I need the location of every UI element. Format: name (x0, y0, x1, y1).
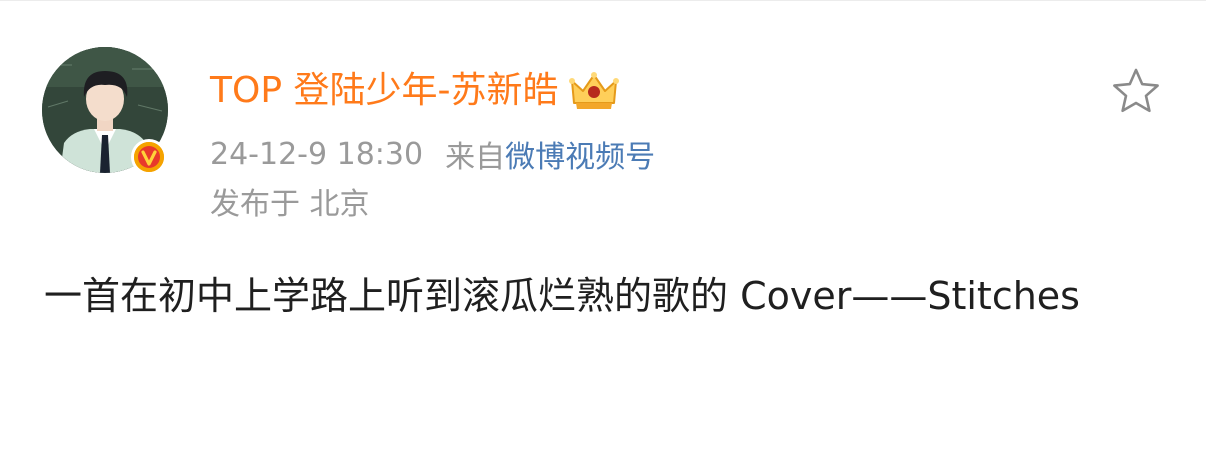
star-outline-icon[interactable] (1110, 66, 1162, 116)
post-content: 一首在初中上学路上听到滚瓜烂熟的歌的 Cover——Stitches (44, 274, 1080, 318)
crown-icon[interactable] (568, 69, 620, 113)
author-name[interactable]: TOP 登陆少年-苏新皓 (210, 66, 558, 116)
post-meta: 24-12-9 18:30 来自 微博视频号 (210, 132, 655, 176)
avatar[interactable] (42, 47, 174, 179)
post-timestamp: 24-12-9 18:30 (210, 136, 424, 172)
verified-v-icon (131, 139, 167, 175)
weibo-post: TOP 登陆少年-苏新皓 24-12-9 18:30 来自 微博视频号 发布于 … (0, 0, 1206, 467)
source-link[interactable]: 微博视频号 (505, 132, 655, 176)
username-row: TOP 登陆少年-苏新皓 (210, 66, 620, 116)
source-prefix: 来自 (445, 140, 506, 175)
post-location: 发布于 北京 (210, 187, 370, 222)
divider (0, 0, 1206, 1)
